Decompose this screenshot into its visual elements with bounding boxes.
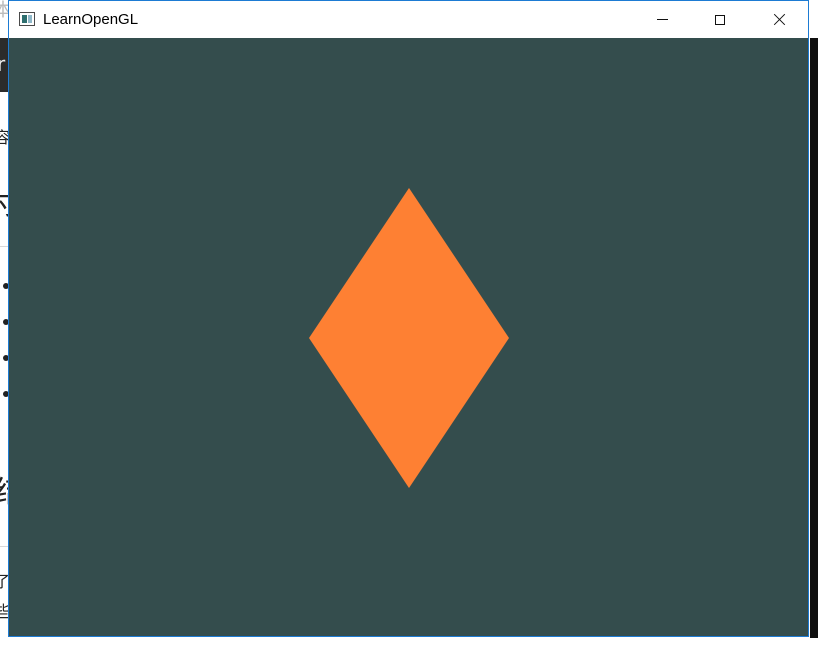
close-icon bbox=[773, 13, 786, 26]
window-title: LearnOpenGL bbox=[43, 11, 139, 28]
opengl-viewport[interactable] bbox=[9, 38, 808, 636]
maximize-button[interactable] bbox=[691, 1, 749, 38]
render-canvas bbox=[9, 38, 808, 636]
app-icon bbox=[19, 12, 35, 26]
minimize-icon bbox=[656, 19, 668, 20]
app-window: LearnOpenGL bbox=[8, 0, 809, 637]
background-edge bbox=[810, 38, 818, 638]
minimize-button[interactable] bbox=[633, 1, 691, 38]
close-button[interactable] bbox=[749, 1, 809, 38]
background-glyph: r bbox=[0, 52, 6, 76]
title-bar[interactable]: LearnOpenGL bbox=[9, 1, 808, 38]
maximize-icon bbox=[715, 14, 725, 25]
